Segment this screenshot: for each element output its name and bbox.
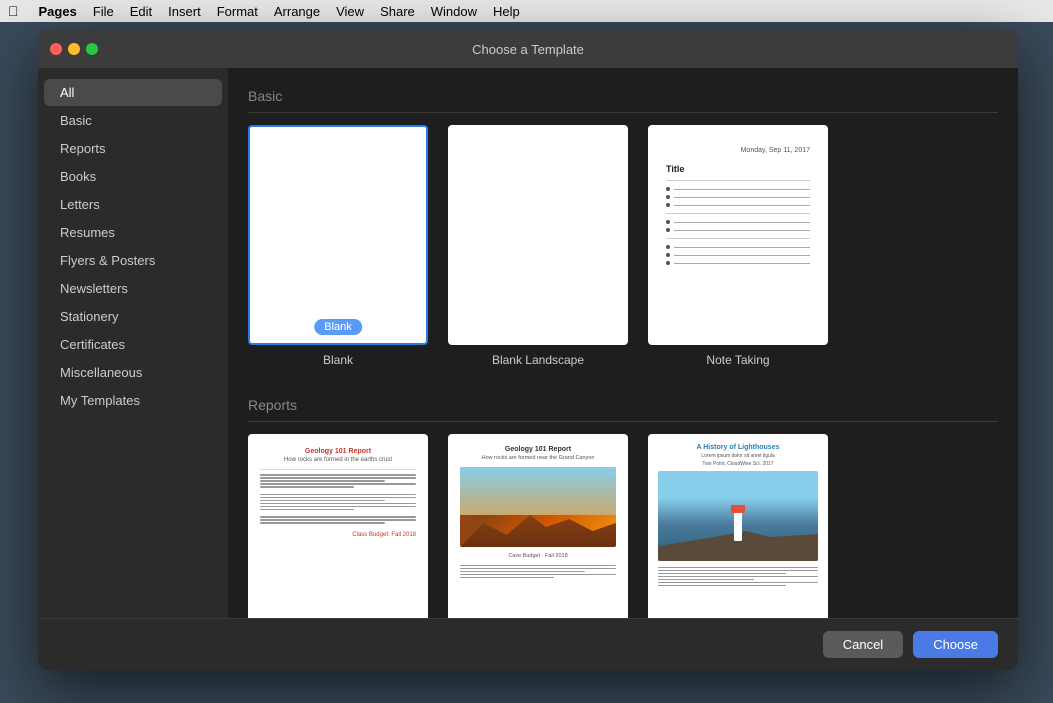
basic-templates-grid: Blank Blank Blank Landscape Monday, Se bbox=[248, 125, 998, 367]
note-title-preview: Title bbox=[666, 164, 810, 174]
template-school-report[interactable]: A History of Lighthouses Lorem ipsum dol… bbox=[648, 434, 828, 618]
choose-template-window: Choose a Template All Basic Reports Book… bbox=[38, 30, 1018, 670]
basic-section: Basic Blank Blank Blank Landscape bbox=[248, 88, 998, 367]
term-paper-thumbnail[interactable]: Geology 101 Report How rocks are formed … bbox=[448, 434, 628, 618]
sidebar-item-certificates[interactable]: Certificates bbox=[44, 331, 222, 358]
school-report-header-preview: A History of Lighthouses bbox=[658, 444, 818, 451]
reports-section-header: Reports bbox=[248, 397, 998, 422]
menubar-file[interactable]: File bbox=[93, 4, 114, 19]
note-taking-label: Note Taking bbox=[706, 353, 769, 367]
blank-badge: Blank bbox=[314, 319, 362, 335]
maximize-button[interactable] bbox=[86, 43, 98, 55]
sidebar-item-stationery[interactable]: Stationery bbox=[44, 303, 222, 330]
apple-icon:  bbox=[8, 3, 19, 19]
sidebar-item-my-templates[interactable]: My Templates bbox=[44, 387, 222, 414]
menubar-edit[interactable]: Edit bbox=[130, 4, 152, 19]
school-report-image bbox=[658, 471, 818, 561]
reports-templates-grid: Geology 101 Report How rocks are formed … bbox=[248, 434, 998, 618]
sidebar-item-books[interactable]: Books bbox=[44, 163, 222, 190]
sidebar-item-miscellaneous[interactable]: Miscellaneous bbox=[44, 359, 222, 386]
bottom-bar: Cancel Choose bbox=[38, 618, 1018, 670]
essay-title-preview: Geology 101 Report bbox=[260, 448, 416, 455]
blank-landscape-label: Blank Landscape bbox=[492, 353, 584, 367]
term-paper-title-preview: Geology 101 Report bbox=[460, 446, 616, 453]
blank-label: Blank bbox=[323, 353, 353, 367]
menubar-pages[interactable]: Pages bbox=[39, 4, 77, 19]
sidebar: All Basic Reports Books Letters Resumes … bbox=[38, 68, 228, 618]
basic-section-header: Basic bbox=[248, 88, 998, 113]
sidebar-item-reports[interactable]: Reports bbox=[44, 135, 222, 162]
blank-thumbnail[interactable]: Blank bbox=[248, 125, 428, 345]
titlebar: Choose a Template bbox=[38, 30, 1018, 68]
menubar-arrange[interactable]: Arrange bbox=[274, 4, 320, 19]
window-content: All Basic Reports Books Letters Resumes … bbox=[38, 68, 1018, 618]
close-button[interactable] bbox=[50, 43, 62, 55]
note-date: Monday, Sep 11, 2017 bbox=[666, 147, 810, 154]
template-blank[interactable]: Blank Blank bbox=[248, 125, 428, 367]
menubar-format[interactable]: Format bbox=[217, 4, 258, 19]
menubar-view[interactable]: View bbox=[336, 4, 364, 19]
menubar:  Pages File Edit Insert Format Arrange … bbox=[0, 0, 1053, 22]
minimize-button[interactable] bbox=[68, 43, 80, 55]
sidebar-item-flyers-posters[interactable]: Flyers & Posters bbox=[44, 247, 222, 274]
template-note-taking[interactable]: Monday, Sep 11, 2017 Title bbox=[648, 125, 828, 367]
template-term-paper[interactable]: Geology 101 Report How rocks are formed … bbox=[448, 434, 628, 618]
sidebar-item-letters[interactable]: Letters bbox=[44, 191, 222, 218]
blank-landscape-thumbnail[interactable] bbox=[448, 125, 628, 345]
main-panel: Basic Blank Blank Blank Landscape bbox=[228, 68, 1018, 618]
cancel-button[interactable]: Cancel bbox=[823, 631, 903, 658]
sidebar-item-newsletters[interactable]: Newsletters bbox=[44, 275, 222, 302]
traffic-lights bbox=[50, 43, 98, 55]
menubar-help[interactable]: Help bbox=[493, 4, 520, 19]
essay-subtitle-preview: How rocks are formed in the earths crust bbox=[260, 457, 416, 463]
reports-section: Reports Geology 101 Report How rocks are… bbox=[248, 397, 998, 618]
template-essay[interactable]: Geology 101 Report How rocks are formed … bbox=[248, 434, 428, 618]
sidebar-item-resumes[interactable]: Resumes bbox=[44, 219, 222, 246]
sidebar-item-basic[interactable]: Basic bbox=[44, 107, 222, 134]
term-paper-image bbox=[460, 467, 616, 547]
menubar-share[interactable]: Share bbox=[380, 4, 415, 19]
choose-button[interactable]: Choose bbox=[913, 631, 998, 658]
note-taking-thumbnail[interactable]: Monday, Sep 11, 2017 Title bbox=[648, 125, 828, 345]
template-blank-landscape[interactable]: Blank Landscape bbox=[448, 125, 628, 367]
essay-thumbnail[interactable]: Geology 101 Report How rocks are formed … bbox=[248, 434, 428, 618]
menubar-insert[interactable]: Insert bbox=[168, 4, 201, 19]
window-title: Choose a Template bbox=[472, 42, 584, 57]
school-report-thumbnail[interactable]: A History of Lighthouses Lorem ipsum dol… bbox=[648, 434, 828, 618]
menubar-window[interactable]: Window bbox=[431, 4, 477, 19]
sidebar-item-all[interactable]: All bbox=[44, 79, 222, 106]
